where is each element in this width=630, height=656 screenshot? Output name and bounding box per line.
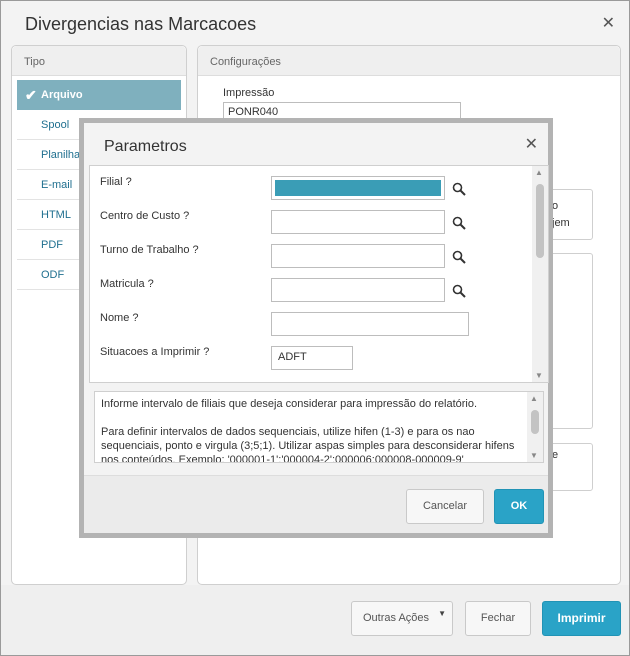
matricula-input[interactable]: [271, 278, 445, 302]
help-text-area: Informe intervalo de filiais que deseja …: [94, 391, 544, 463]
nome-label: Nome ?: [100, 312, 139, 324]
matricula-label: Matricula ?: [100, 278, 154, 290]
scroll-up-icon[interactable]: ▲: [535, 168, 543, 177]
tipo-panel-title: Tipo: [12, 46, 186, 76]
imprimir-button[interactable]: Imprimir: [542, 601, 621, 636]
ok-button[interactable]: OK: [494, 489, 544, 524]
check-icon: ✔: [25, 87, 37, 103]
parameters-form: Filial ? Centro de Custo ? Turno de Trab…: [89, 165, 549, 383]
scroll-thumb[interactable]: [531, 410, 539, 434]
cancel-button[interactable]: Cancelar: [406, 489, 484, 524]
filial-input[interactable]: [271, 176, 445, 200]
situacoes-input[interactable]: ADFT: [271, 346, 353, 370]
outras-acoes-label: Outras Ações: [363, 612, 430, 624]
dialog-footer: Cancelar OK: [84, 475, 548, 533]
tipo-item-label: Arquivo: [41, 89, 83, 101]
window-title: Divergencias nas Marcacoes: [25, 14, 257, 34]
turno-input[interactable]: [271, 244, 445, 268]
outras-acoes-button[interactable]: Outras Ações ▼: [351, 601, 453, 636]
scroll-up-icon[interactable]: ▲: [530, 394, 538, 403]
caret-down-icon: ▼: [438, 609, 446, 618]
dialog-close-icon[interactable]: ✕: [525, 134, 538, 154]
tipo-item-arquivo[interactable]: ✔ Arquivo: [17, 80, 181, 110]
form-scrollbar[interactable]: ▲ ▼: [532, 166, 548, 382]
turno-label: Turno de Trabalho ?: [100, 244, 199, 256]
option-box-text: jem: [552, 217, 570, 229]
search-icon[interactable]: [452, 250, 466, 264]
main-header: Divergencias nas Marcacoes ✕: [1, 1, 629, 45]
scroll-thumb[interactable]: [536, 184, 544, 258]
nome-input[interactable]: [271, 312, 469, 336]
help-line-1: Informe intervalo de filiais que deseja …: [101, 398, 478, 410]
window-close-icon[interactable]: ✕: [602, 13, 615, 33]
footer-bar: Outras Ações ▼ Fechar Imprimir: [1, 585, 629, 655]
fechar-button[interactable]: Fechar: [465, 601, 531, 636]
search-icon[interactable]: [452, 284, 466, 298]
centro-custo-input[interactable]: [271, 210, 445, 234]
impressao-label: Impressão: [223, 87, 275, 99]
situacoes-label: Situacoes a Imprimir ?: [100, 346, 210, 358]
help-line-2: Para definir intervalos de dados sequenc…: [101, 426, 515, 463]
dialog-title: Parametros: [104, 138, 187, 155]
filial-label: Filial ?: [100, 176, 132, 188]
main-window: Divergencias nas Marcacoes ✕ Tipo ✔ Arqu…: [0, 0, 630, 656]
search-icon[interactable]: [452, 216, 466, 230]
help-text: Informe intervalo de filiais que deseja …: [101, 397, 519, 463]
config-panel-title: Configurações: [198, 46, 620, 76]
filial-fill: [275, 180, 441, 196]
scroll-down-icon[interactable]: ▼: [530, 451, 538, 460]
parametros-dialog: Parametros ✕ Filial ? Centro de Custo ? …: [79, 118, 553, 538]
scroll-down-icon[interactable]: ▼: [535, 371, 543, 380]
search-icon[interactable]: [452, 182, 466, 196]
centro-custo-label: Centro de Custo ?: [100, 210, 190, 222]
help-scrollbar[interactable]: ▲ ▼: [527, 392, 543, 462]
